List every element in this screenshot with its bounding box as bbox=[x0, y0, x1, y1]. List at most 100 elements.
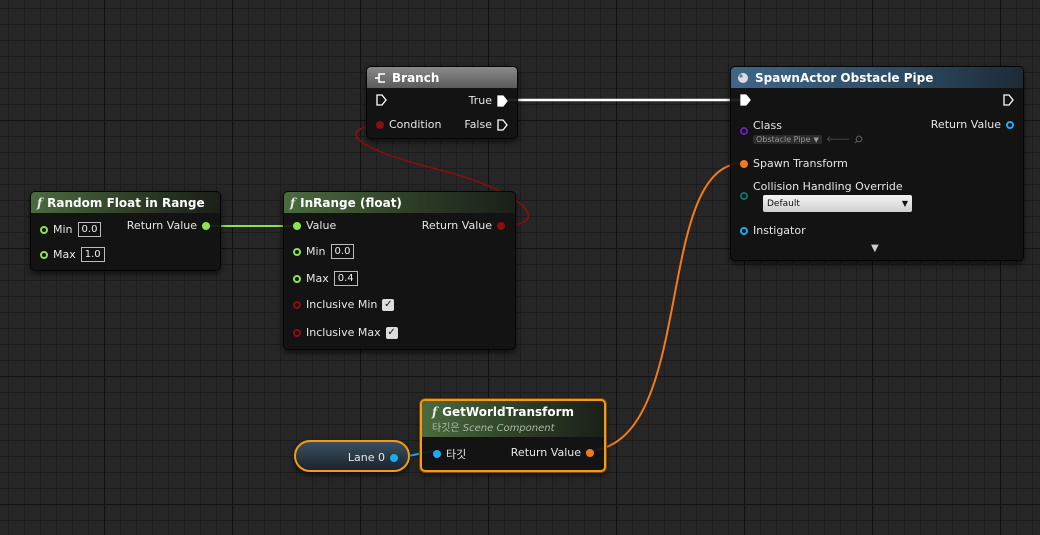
pin-label: Condition bbox=[389, 118, 442, 131]
node-header[interactable]: SpawnActor Obstacle Pipe bbox=[731, 67, 1023, 88]
max-value-field[interactable]: 1.0 bbox=[80, 247, 105, 262]
node-random-float-in-range[interactable]: f Random Float in Range Min 0.0 Max 1.0 … bbox=[30, 191, 221, 271]
object-pin-icon[interactable] bbox=[390, 453, 398, 462]
node-header[interactable]: f GetWorldTransform 타깃은 Scene Component bbox=[422, 401, 604, 437]
float-pin-icon[interactable] bbox=[40, 225, 48, 234]
pin-label: Value bbox=[306, 219, 337, 232]
pin-label: Min bbox=[306, 245, 326, 258]
object-pin-icon[interactable] bbox=[433, 450, 441, 458]
pin-label: Return Value bbox=[930, 118, 1001, 131]
target-pin[interactable]: 타깃 bbox=[433, 446, 466, 462]
transform-pin-icon[interactable] bbox=[586, 448, 594, 457]
pin-label: Inclusive Min bbox=[306, 298, 378, 311]
exec-pin-icon[interactable] bbox=[497, 94, 508, 107]
use-selected-arrow-icon[interactable]: 🡐 bbox=[826, 134, 850, 145]
object-pin-icon[interactable] bbox=[1006, 120, 1014, 129]
object-pin-icon[interactable] bbox=[740, 226, 748, 235]
node-spawn-actor[interactable]: SpawnActor Obstacle Pipe Class Obstacle … bbox=[730, 66, 1024, 261]
float-pin-icon[interactable] bbox=[293, 274, 301, 283]
pin-label: Inclusive Max bbox=[306, 326, 381, 339]
lane-output-pin[interactable]: Lane 0 bbox=[348, 451, 398, 464]
min-pin[interactable]: Min 0.0 bbox=[293, 244, 355, 259]
float-pin-icon[interactable] bbox=[293, 247, 301, 256]
return-value-pin[interactable]: Return Value bbox=[931, 118, 1014, 131]
exec-pin-icon[interactable] bbox=[1003, 94, 1014, 106]
variable-label: Lane 0 bbox=[347, 451, 385, 464]
true-exec-pin[interactable]: True bbox=[469, 94, 508, 107]
node-header[interactable]: f Random Float in Range bbox=[31, 192, 220, 213]
wire-transform-to-spawn[interactable] bbox=[584, 161, 746, 452]
exec-in-pin[interactable] bbox=[376, 94, 387, 106]
pin-label: Class bbox=[753, 119, 782, 132]
condition-pin[interactable]: Condition bbox=[376, 118, 442, 131]
float-pin-icon[interactable] bbox=[202, 221, 210, 230]
bool-pin-icon[interactable] bbox=[293, 328, 301, 337]
node-lane-variable[interactable]: Lane 0 bbox=[294, 440, 410, 472]
return-value-pin[interactable]: Return Value bbox=[422, 219, 505, 232]
node-inrange-float[interactable]: f InRange (float) Value Return Value Min… bbox=[283, 191, 516, 350]
exec-pin-icon[interactable] bbox=[740, 94, 751, 106]
inclusive-min-checkbox[interactable]: ✓ bbox=[382, 298, 395, 311]
return-value-pin[interactable]: Return Value bbox=[511, 446, 594, 459]
bool-pin-icon[interactable] bbox=[293, 300, 301, 309]
inclusive-max-pin[interactable]: Inclusive Max ✓ bbox=[293, 326, 398, 339]
subtitle-prefix: 타깃은 bbox=[432, 422, 460, 434]
false-exec-pin[interactable]: False bbox=[464, 118, 508, 131]
inclusive-max-checkbox[interactable]: ✓ bbox=[385, 326, 398, 339]
browse-search-icon[interactable] bbox=[854, 135, 863, 144]
exec-pin-icon[interactable] bbox=[497, 118, 508, 131]
min-pin[interactable]: Min 0.0 bbox=[40, 222, 102, 237]
float-pin-icon[interactable] bbox=[40, 250, 48, 259]
min-value-field[interactable]: 0.0 bbox=[330, 244, 355, 259]
pin-label: Return Value bbox=[510, 446, 581, 459]
class-dropdown[interactable]: Obstacle Pipe ▼ bbox=[753, 135, 822, 144]
node-branch[interactable]: Branch True Condition False bbox=[366, 66, 518, 139]
float-pin-icon[interactable] bbox=[293, 221, 301, 230]
node-title: Random Float in Range bbox=[47, 195, 205, 210]
exec-in-pin[interactable] bbox=[740, 94, 751, 106]
transform-pin-icon[interactable] bbox=[740, 159, 748, 168]
class-pin[interactable]: Class Obstacle Pipe ▼ 🡐 bbox=[740, 119, 863, 145]
return-value-pin[interactable]: Return Value bbox=[127, 219, 210, 232]
spawn-transform-pin[interactable]: Spawn Transform bbox=[740, 157, 848, 170]
collision-handling-dropdown[interactable]: Default ▼ bbox=[763, 195, 912, 212]
inclusive-min-pin[interactable]: Inclusive Min ✓ bbox=[293, 298, 395, 311]
expand-advanced-button[interactable]: ▼ bbox=[871, 243, 879, 254]
node-title: GetWorldTransform bbox=[442, 404, 575, 419]
instigator-pin[interactable]: Instigator bbox=[740, 224, 806, 237]
branch-icon bbox=[375, 72, 385, 83]
class-pin-body: Class Obstacle Pipe ▼ 🡐 bbox=[753, 119, 863, 145]
enum-pin-icon[interactable] bbox=[740, 192, 748, 200]
collision-pin-body: Collision Handling Override bbox=[753, 180, 903, 193]
node-subtitle: 타깃은 Scene Component bbox=[432, 419, 555, 434]
chevron-down-icon: ▼ bbox=[871, 243, 879, 254]
pin-label: Max bbox=[53, 248, 76, 261]
node-title: Branch bbox=[392, 70, 440, 85]
pin-label: Instigator bbox=[753, 224, 806, 237]
node-get-world-transform[interactable]: f GetWorldTransform 타깃은 Scene Component … bbox=[420, 399, 606, 472]
subtitle-class: Scene Component bbox=[462, 422, 555, 434]
min-value-field[interactable]: 0.0 bbox=[77, 222, 102, 237]
spawn-actor-icon bbox=[738, 72, 748, 83]
max-value-field[interactable]: 0.4 bbox=[333, 271, 358, 286]
function-icon: f bbox=[432, 404, 438, 419]
bool-pin-icon[interactable] bbox=[497, 221, 505, 230]
node-title: SpawnActor Obstacle Pipe bbox=[755, 70, 934, 85]
bool-pin-icon[interactable] bbox=[376, 120, 384, 129]
class-pin-icon[interactable] bbox=[740, 127, 748, 135]
value-pin[interactable]: Value bbox=[293, 219, 336, 232]
class-picker[interactable]: Obstacle Pipe ▼ 🡐 bbox=[753, 134, 863, 145]
pin-label: 타깃 bbox=[446, 448, 467, 461]
max-pin[interactable]: Max 1.0 bbox=[40, 247, 105, 262]
pin-label: Collision Handling Override bbox=[753, 180, 903, 193]
chevron-down-icon: ▼ bbox=[813, 135, 819, 144]
exec-pin-icon[interactable] bbox=[376, 94, 387, 106]
chevron-down-icon: ▼ bbox=[901, 199, 908, 208]
exec-out-pin[interactable] bbox=[1003, 94, 1014, 106]
pin-label: True bbox=[468, 94, 492, 107]
max-pin[interactable]: Max 0.4 bbox=[293, 271, 358, 286]
function-icon: f bbox=[290, 195, 296, 210]
function-icon: f bbox=[37, 195, 43, 210]
node-header[interactable]: Branch bbox=[367, 67, 517, 88]
node-header[interactable]: f InRange (float) bbox=[284, 192, 515, 213]
